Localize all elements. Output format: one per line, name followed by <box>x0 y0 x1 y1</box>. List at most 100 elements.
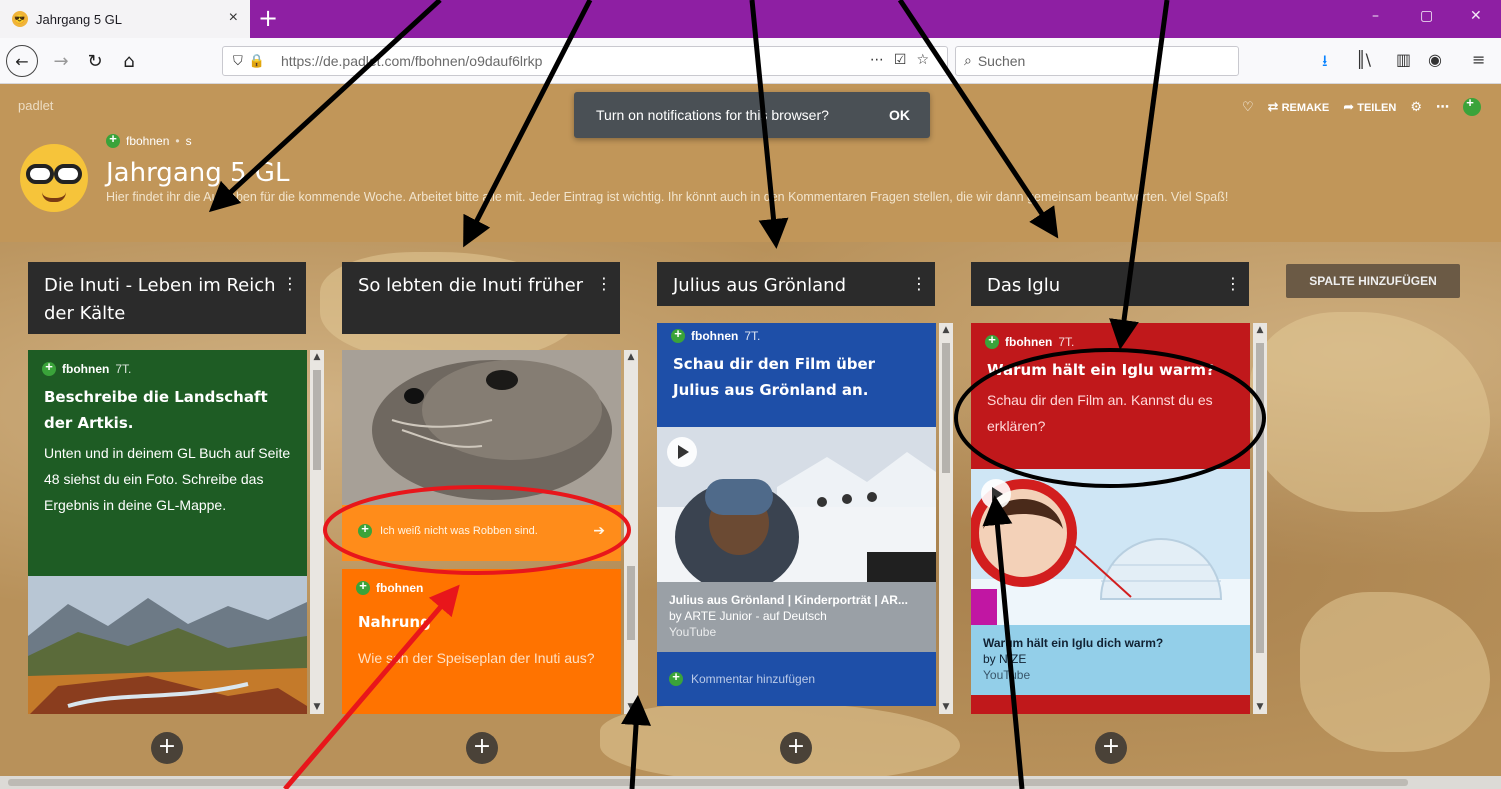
post-card-nahrung[interactable]: fbohnen Nahrung Wie sah der Speiseplan d… <box>342 569 621 714</box>
browser-tab[interactable]: 😎 Jahrgang 5 GL × <box>0 0 250 38</box>
board-author-suffix: s <box>185 134 192 148</box>
search-icon: ⌕ <box>964 53 972 69</box>
scroll-thumb[interactable] <box>1256 343 1264 653</box>
scroll-up-icon[interactable]: ▲ <box>939 325 953 335</box>
library-icon[interactable]: ║\ <box>1356 50 1371 69</box>
board-description: Hier findet ihr die Aufgaben für die kom… <box>106 190 1229 204</box>
column-menu-icon[interactable]: ⋮ <box>1225 270 1241 298</box>
add-post-button[interactable]: + <box>466 732 498 764</box>
settings-gear-icon[interactable]: ⚙ <box>1410 100 1422 115</box>
post-card-iglu[interactable]: fbohnen 7T. Warum hält ein Iglu warm? Sc… <box>971 323 1250 714</box>
post-card-landschaft[interactable]: fbohnen 7T. Beschreibe die Landschaft de… <box>28 350 307 714</box>
sidebar-icon[interactable]: ▥ <box>1396 50 1411 69</box>
post-body: Schau dir den Film an. Kannst du es erkl… <box>987 392 1213 434</box>
scroll-down-icon[interactable]: ▼ <box>624 702 638 712</box>
column-header-4[interactable]: Das Iglu ⋮ <box>971 262 1249 306</box>
play-icon[interactable] <box>667 437 697 467</box>
post-card-julius[interactable]: fbohnen 7T. Schau dir den Film über Juli… <box>657 323 936 706</box>
remake-icon: ⇄ <box>1267 99 1279 115</box>
url-tools-icon[interactable]: ⋯☑☆ <box>870 52 939 68</box>
scroll-thumb[interactable] <box>8 779 1408 786</box>
column-menu-icon[interactable]: ⋮ <box>911 270 927 298</box>
reload-icon[interactable]: ↻ <box>82 48 108 74</box>
download-icon[interactable]: ⭳ <box>1322 50 1328 77</box>
post-heading: Schau dir den Film über Julius aus Grönl… <box>673 355 876 399</box>
seal-image <box>342 350 621 505</box>
column-3-scrollbar[interactable]: ▲ ▼ <box>939 323 953 714</box>
scroll-up-icon[interactable]: ▲ <box>624 352 638 362</box>
heart-icon[interactable]: ♡ <box>1242 100 1254 115</box>
post-heading: Warum hält ein Iglu warm? <box>987 361 1215 379</box>
post-time: 7T. <box>1058 335 1075 349</box>
url-text: https://de.padlet.com/fbohnen/o9dauf6lrk… <box>280 53 543 69</box>
scroll-down-icon[interactable]: ▼ <box>310 702 324 712</box>
restore-icon[interactable]: ▢ <box>1420 8 1433 24</box>
scroll-up-icon[interactable]: ▲ <box>310 352 324 362</box>
toast-ok-button[interactable]: OK <box>889 107 910 123</box>
seal-image-card[interactable] <box>342 350 621 505</box>
scroll-down-icon[interactable]: ▼ <box>1253 702 1267 712</box>
author-avatar-icon <box>985 332 999 349</box>
post-time: 7T. <box>744 329 761 343</box>
account-icon[interactable]: ◉ <box>1428 50 1442 69</box>
more-icon[interactable]: ⋯ <box>1436 100 1449 115</box>
video-thumbnail-julius[interactable] <box>657 427 936 582</box>
column-1-scrollbar[interactable]: ▲ ▼ <box>310 350 324 714</box>
post-author-name: fbohnen <box>62 362 110 376</box>
video-thumbnail-iglu[interactable] <box>971 469 1250 625</box>
column-header-1[interactable]: Die Inuti - Leben im Reich der Kälte ⋮ <box>28 262 306 334</box>
comment-robben[interactable]: Ich weiß nicht was Robben sind. ➔ <box>342 505 621 561</box>
add-column-button[interactable]: SPALTE HINZUFÜGEN <box>1286 264 1460 298</box>
board-horizontal-scrollbar[interactable] <box>0 776 1501 789</box>
column-menu-icon[interactable]: ⋮ <box>282 270 298 298</box>
add-post-button[interactable]: + <box>1095 732 1127 764</box>
post-time: 7T. <box>115 362 132 376</box>
share-button[interactable]: ➦ TEILEN <box>1343 100 1396 115</box>
padlet-header: padlet Turn on notifications for this br… <box>0 84 1501 242</box>
home-icon[interactable]: ⌂ <box>116 48 142 74</box>
play-icon[interactable] <box>981 479 1011 509</box>
video-info[interactable]: Julius aus Grönland | Kinderporträt | AR… <box>657 582 936 652</box>
comment-text: Ich weiß nicht was Robben sind. <box>380 525 538 537</box>
scroll-thumb[interactable] <box>313 370 321 470</box>
add-post-button[interactable]: + <box>780 732 812 764</box>
toast-text: Turn on notifications for this browser? <box>596 107 829 123</box>
share-label: TEILEN <box>1357 101 1397 114</box>
column-4-scrollbar[interactable]: ▲ ▼ <box>1253 323 1267 714</box>
author-avatar-icon <box>42 359 56 376</box>
author-avatar-icon <box>671 326 685 343</box>
column-header-3[interactable]: Julius aus Grönland ⋮ <box>657 262 935 306</box>
remake-button[interactable]: ⇄ REMAKE <box>1268 100 1330 115</box>
search-placeholder: Suchen <box>977 53 1026 69</box>
search-input[interactable]: ⌕ Suchen <box>955 46 1239 76</box>
padlet-logo[interactable]: padlet <box>18 98 53 113</box>
scroll-up-icon[interactable]: ▲ <box>1253 325 1267 335</box>
menu-icon[interactable]: ≡ <box>1472 50 1485 69</box>
mouth-icon <box>42 192 66 202</box>
add-post-button[interactable]: + <box>151 732 183 764</box>
back-arrow-icon[interactable]: ← <box>6 45 38 77</box>
scroll-thumb[interactable] <box>942 343 950 473</box>
url-bar[interactable]: ⛉🔒 https://de.padlet.com/fbohnen/o9dauf6… <box>222 46 948 76</box>
column-header-2[interactable]: So lebten die Inuti früher ⋮ <box>342 262 620 334</box>
video-info[interactable]: Warum hält ein Iglu dich warm? by NIZE Y… <box>971 625 1250 695</box>
map-shape <box>1250 312 1490 512</box>
close-window-icon[interactable]: ✕ <box>1470 8 1482 24</box>
post-heading: Nahrung <box>358 613 431 631</box>
tab-close-icon[interactable]: × <box>229 9 238 27</box>
landscape-image[interactable] <box>28 576 307 714</box>
new-tab-button[interactable]: + <box>258 4 278 32</box>
glasses-right-icon <box>54 164 82 184</box>
remake-label: REMAKE <box>1281 101 1330 114</box>
scroll-down-icon[interactable]: ▼ <box>939 702 953 712</box>
comment-send-icon[interactable]: ➔ <box>593 523 605 539</box>
board-author-name: fbohnen <box>126 134 170 148</box>
column-menu-icon[interactable]: ⋮ <box>596 270 612 298</box>
minimize-icon[interactable]: – <box>1372 8 1379 24</box>
scroll-thumb[interactable] <box>627 566 635 640</box>
forward-arrow-icon[interactable]: → <box>48 48 74 74</box>
user-avatar-icon[interactable] <box>1463 95 1481 116</box>
video-source: YouTube <box>669 625 717 639</box>
comment-input[interactable]: Kommentar hinzufügen <box>657 652 936 706</box>
column-2-scrollbar[interactable]: ▲ ▼ <box>624 350 638 714</box>
